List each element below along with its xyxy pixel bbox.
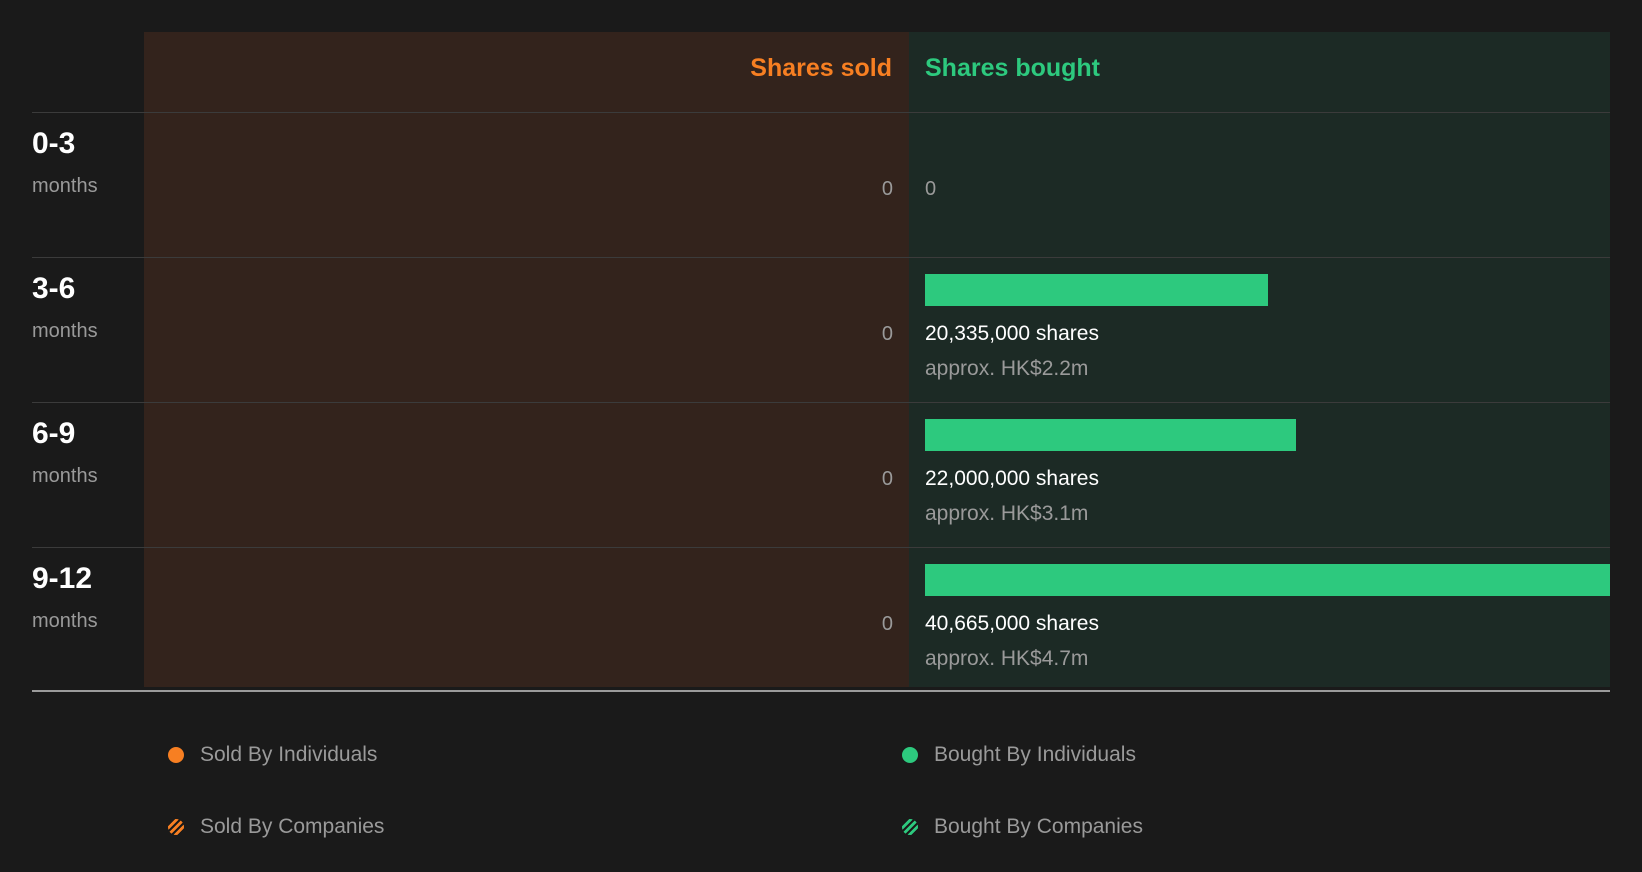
shares-bought-bar	[925, 564, 1610, 596]
period-row: 9-12 months 0 40,665,000 shares approx. HK$4…	[0, 548, 1642, 692]
shares-bought-bar	[925, 274, 1268, 306]
period-range-label: 0-3	[32, 127, 76, 160]
period-row: 0-3 months 0 0	[0, 113, 1642, 257]
insider-trading-chart: Shares sold Shares bought 0-3 months 0 0 3-6…	[0, 0, 1642, 872]
shares-sold-header: Shares sold	[750, 54, 892, 82]
legend-item: Sold By Companies	[168, 815, 384, 839]
period-range-label: 9-12	[32, 562, 93, 595]
shares-bought-value: 0	[925, 178, 937, 200]
shares-bought-approx-value: approx. HK$4.7m	[925, 647, 1089, 670]
shares-bought-amount: 40,665,000 shares	[925, 612, 1099, 635]
legend-item: Bought By Individuals	[902, 743, 1136, 767]
period-unit-label: months	[32, 465, 98, 487]
legend-item: Bought By Companies	[902, 815, 1143, 839]
legend-label: Bought By Companies	[934, 815, 1143, 838]
legend-item: Sold By Individuals	[168, 743, 377, 767]
shares-bought-amount: 20,335,000 shares	[925, 322, 1099, 345]
period-row: 6-9 months 0 22,000,000 shares approx. HK$3.…	[0, 403, 1642, 547]
shares-bought-bar	[925, 419, 1296, 451]
period-range-label: 3-6	[32, 272, 76, 305]
shares-sold-value: 0	[881, 613, 893, 635]
legend-label: Bought By Individuals	[934, 743, 1136, 766]
dot-icon	[168, 747, 184, 763]
striped-swatch-icon	[902, 819, 918, 835]
period-range-label: 6-9	[32, 417, 76, 450]
period-unit-label: months	[32, 175, 98, 197]
period-unit-label: months	[32, 610, 98, 632]
period-row: 3-6 months 0 20,335,000 shares approx. HK$2.…	[0, 258, 1642, 402]
shares-bought-amount: 22,000,000 shares	[925, 467, 1099, 490]
shares-sold-value: 0	[881, 323, 893, 345]
period-unit-label: months	[32, 320, 98, 342]
shares-bought-approx-value: approx. HK$3.1m	[925, 502, 1089, 525]
shares-bought-header: Shares bought	[925, 54, 1101, 82]
shares-sold-value: 0	[881, 468, 893, 490]
shares-sold-value: 0	[881, 178, 893, 200]
striped-swatch-icon	[168, 819, 184, 835]
legend-label: Sold By Companies	[200, 815, 385, 838]
legend-label: Sold By Individuals	[200, 743, 378, 766]
shares-bought-approx-value: approx. HK$2.2m	[925, 357, 1089, 380]
dot-icon	[902, 747, 918, 763]
